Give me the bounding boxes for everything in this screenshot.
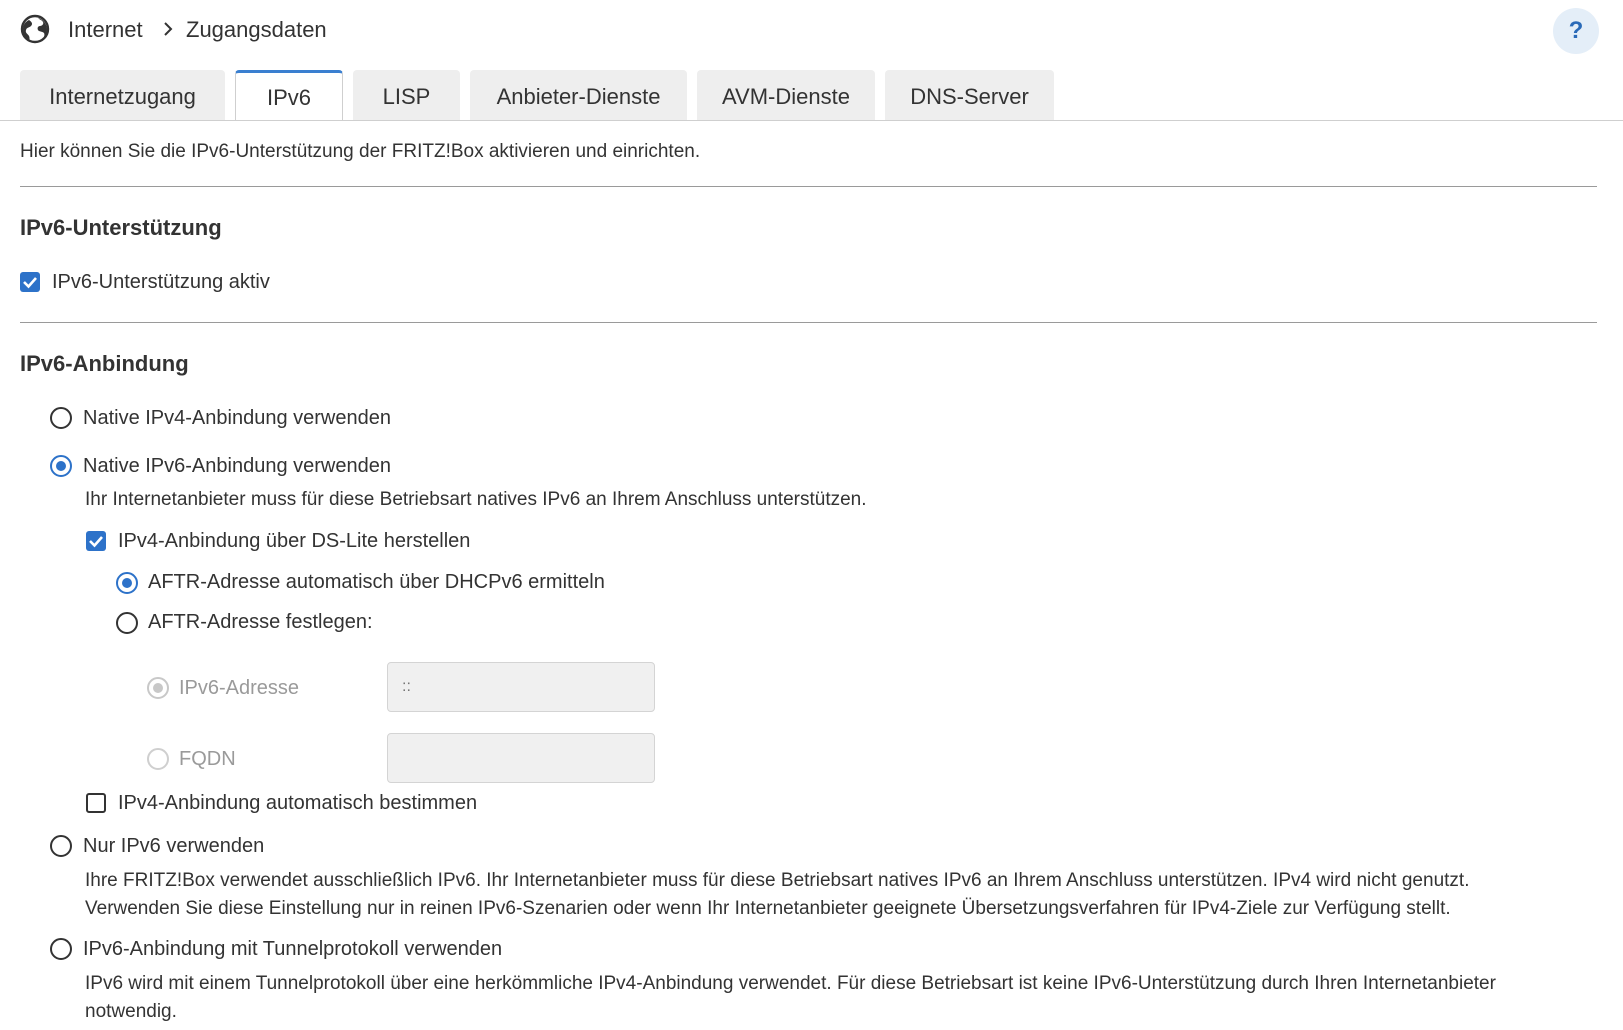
radio-fqdn[interactable] — [147, 748, 169, 770]
radio-aftr-auto-label[interactable]: AFTR-Adresse automatisch über DHCPv6 erm… — [148, 569, 605, 595]
tab-anbieter-dienste[interactable]: Anbieter-Dienste — [470, 70, 687, 120]
tab-dns-server[interactable]: DNS-Server — [885, 70, 1054, 120]
radio-aftr-manual[interactable] — [116, 612, 138, 634]
radio-ipv6-only[interactable] — [50, 835, 72, 857]
radio-tunnel-label[interactable]: IPv6-Anbindung mit Tunnelprotokoll verwe… — [83, 936, 502, 962]
ipv6-support-label[interactable]: IPv6-Unterstützung aktiv — [52, 269, 270, 295]
radio-native-ipv4[interactable] — [50, 407, 72, 429]
auto-ipv4-checkbox[interactable] — [86, 793, 106, 813]
radio-tunnel[interactable] — [50, 938, 72, 960]
radio-aftr-auto[interactable] — [116, 572, 138, 594]
checkmark-icon — [23, 277, 37, 289]
radio-ipv6-address[interactable] — [147, 677, 169, 699]
radio-native-ipv4-label[interactable]: Native IPv4-Anbindung verwenden — [83, 405, 391, 431]
intro-text: Hier können Sie die IPv6-Unterstützung d… — [20, 141, 701, 162]
dslite-checkbox[interactable] — [86, 531, 106, 551]
radio-ipv6-address-label: IPv6-Adresse — [179, 677, 300, 699]
radio-ipv6-only-label[interactable]: Nur IPv6 verwenden — [83, 833, 264, 859]
divider — [20, 322, 1597, 323]
ipv6-support-checkbox[interactable] — [20, 272, 40, 292]
radio-native-ipv6-label[interactable]: Native IPv6-Anbindung verwenden — [83, 453, 391, 479]
help-button[interactable]: ? — [1553, 8, 1599, 54]
radio-aftr-manual-label[interactable]: AFTR-Adresse festlegen: — [148, 609, 373, 635]
chevron-right-icon — [164, 22, 173, 36]
binding-heading: IPv6-Anbindung — [20, 351, 189, 376]
auto-ipv4-label[interactable]: IPv4-Anbindung automatisch bestimmen — [118, 790, 477, 816]
fqdn-input[interactable] — [387, 733, 655, 783]
breadcrumb-internet[interactable]: Internet — [68, 16, 143, 44]
tunnel-description-2: notwendig. — [85, 1001, 177, 1022]
tab-internetzugang[interactable]: Internetzugang — [20, 70, 225, 120]
support-heading: IPv6-Unterstützung — [20, 215, 222, 240]
ipv6-address-input[interactable] — [387, 662, 655, 712]
globe-icon — [20, 14, 50, 44]
tab-lisp[interactable]: LISP — [353, 70, 460, 120]
tab-avm-dienste[interactable]: AVM-Dienste — [697, 70, 875, 120]
radio-fqdn-label: FQDN — [179, 748, 236, 770]
radio-native-ipv6[interactable] — [50, 455, 72, 477]
ipv6-only-description-2: Verwenden Sie diese Einstellung nur in r… — [85, 898, 1451, 919]
tab-underline — [0, 120, 1623, 121]
tab-ipv6[interactable]: IPv6 — [235, 70, 343, 121]
tunnel-description-1: IPv6 wird mit einem Tunnelprotokoll über… — [85, 973, 1496, 994]
divider — [20, 186, 1597, 187]
native-ipv6-description: Ihr Internetanbieter muss für diese Betr… — [85, 489, 867, 510]
dslite-label[interactable]: IPv4-Anbindung über DS-Lite herstellen — [118, 528, 470, 554]
checkmark-icon — [89, 536, 103, 548]
ipv6-only-description-1: Ihre FRITZ!Box verwendet ausschließlich … — [85, 870, 1470, 891]
breadcrumb-zugangsdaten: Zugangsdaten — [186, 17, 327, 42]
